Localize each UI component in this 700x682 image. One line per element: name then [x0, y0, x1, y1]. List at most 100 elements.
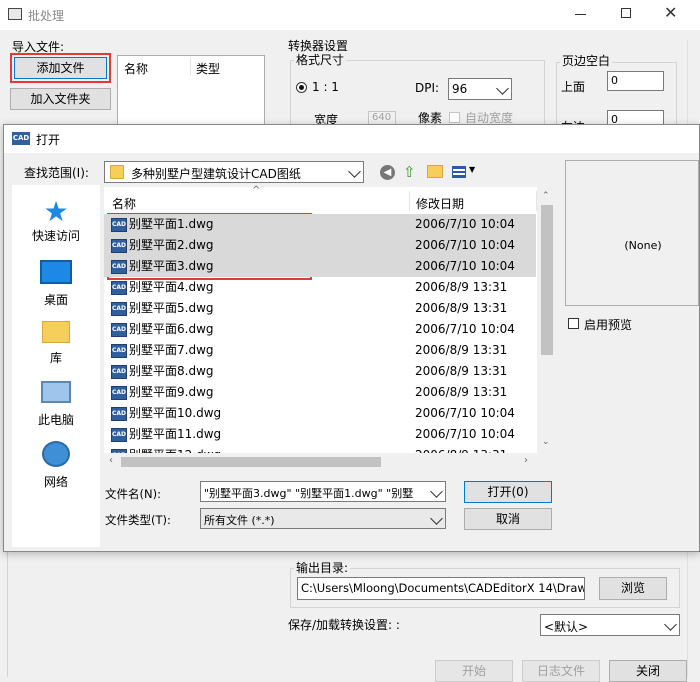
- log-file-button[interactable]: 日志文件: [522, 660, 600, 682]
- page-margin-label: 页边空白: [560, 54, 613, 68]
- browse-button[interactable]: 浏览: [599, 577, 667, 600]
- file-name: 别墅平面4.dwg: [129, 280, 214, 294]
- maximize-icon[interactable]: [621, 8, 631, 18]
- col-header-date[interactable]: 修改日期: [416, 195, 464, 212]
- dpi-value: 96: [452, 82, 468, 96]
- view-dropdown-icon[interactable]: ▼: [469, 165, 475, 174]
- file-row[interactable]: CAD 别墅平面7.dwg 2006/8/9 13:31: [104, 340, 536, 361]
- enable-preview-label: 启用预览: [584, 318, 633, 332]
- start-button[interactable]: 开始: [435, 660, 513, 682]
- filename-label: 文件名(N):: [105, 487, 161, 501]
- file-name: 别墅平面2.dwg: [129, 238, 214, 252]
- nav-network[interactable]: 网络: [12, 441, 100, 490]
- file-date: 2006/7/10 10:04: [415, 238, 515, 252]
- file-date: 2006/8/9 13:31: [415, 385, 508, 399]
- file-name: 别墅平面5.dwg: [129, 301, 214, 315]
- filename-input[interactable]: "别墅平面3.dwg" "别墅平面1.dwg" "别墅: [200, 481, 446, 502]
- close-icon[interactable]: ✕: [664, 3, 677, 22]
- file-date: 2006/8/9 13:31: [415, 301, 508, 315]
- filename-value: "别墅平面3.dwg" "别墅平面1.dwg" "别墅: [204, 487, 414, 500]
- auto-width-checkbox[interactable]: [449, 112, 460, 123]
- dwg-file-icon: CAD: [111, 407, 127, 421]
- nav-library[interactable]: 库: [12, 321, 100, 366]
- minimize-icon[interactable]: [575, 14, 586, 15]
- file-date: 2006/7/10 10:04: [415, 259, 515, 273]
- file-row[interactable]: CAD 别墅平面10.dwg 2006/7/10 10:04: [104, 403, 536, 424]
- file-row[interactable]: CAD 别墅平面1.dwg 2006/7/10 10:04: [104, 214, 536, 235]
- scroll-down-icon[interactable]: ⌄: [542, 437, 550, 447]
- places-bar: ★ 快速访问 桌面 库 此电脑 网络: [12, 185, 100, 547]
- top-margin-input[interactable]: 0: [607, 71, 664, 91]
- save-load-select[interactable]: <默认>: [540, 614, 680, 636]
- output-dir-input[interactable]: C:\Users\Mloong\Documents\CADEditorX 14\…: [297, 577, 585, 600]
- file-row[interactable]: CAD 别墅平面2.dwg 2006/7/10 10:04: [104, 235, 536, 256]
- file-row[interactable]: CAD别墅平面12.dwg 2006/8/9 13:31: [104, 445, 536, 453]
- computer-icon: [41, 381, 71, 403]
- save-load-label: 保存/加载转换设置: :: [288, 618, 400, 632]
- library-icon: [42, 321, 70, 343]
- ratio-radio[interactable]: [296, 82, 307, 93]
- file-name: 别墅平面12.dwg: [129, 445, 221, 453]
- folder-icon: [110, 165, 124, 179]
- save-load-value: <默认>: [544, 620, 589, 634]
- up-folder-icon[interactable]: ⇧: [403, 163, 419, 181]
- nav-label: 此电脑: [37, 413, 74, 427]
- nav-this-pc[interactable]: 此电脑: [12, 381, 100, 428]
- list-header-name[interactable]: 名称: [124, 60, 148, 77]
- enable-preview-checkbox[interactable]: [568, 318, 579, 329]
- nav-label: 桌面: [43, 293, 68, 307]
- file-name: 别墅平面6.dwg: [129, 322, 214, 336]
- view-menu-icon[interactable]: [452, 166, 466, 178]
- open-button[interactable]: 打开(0): [464, 481, 552, 503]
- batch-title: 批处理: [28, 9, 65, 23]
- file-date: 2006/8/9 13:31: [415, 280, 508, 294]
- hscroll-thumb[interactable]: [121, 457, 381, 467]
- list-header-type[interactable]: 类型: [196, 60, 220, 77]
- file-row[interactable]: CAD 别墅平面8.dwg 2006/8/9 13:31: [104, 361, 536, 382]
- nav-label: 网络: [43, 475, 68, 489]
- file-date: 2006/8/9 13:31: [415, 364, 508, 378]
- dwg-file-icon: CAD: [111, 281, 127, 295]
- width-input[interactable]: 640: [368, 111, 396, 125]
- look-in-value: 多种别墅户型建筑设计CAD图纸: [131, 167, 301, 181]
- horizontal-scrollbar[interactable]: ‹ ›: [104, 453, 537, 471]
- dwg-file-icon: CAD: [111, 365, 127, 379]
- nav-desktop[interactable]: 桌面: [12, 260, 100, 308]
- look-in-label: 查找范围(I):: [24, 166, 89, 180]
- file-row[interactable]: CAD 别墅平面9.dwg 2006/8/9 13:31: [104, 382, 536, 403]
- add-file-highlight: [10, 53, 111, 83]
- scroll-up-icon[interactable]: ⌃: [542, 191, 550, 201]
- scroll-right-icon[interactable]: ›: [524, 455, 528, 466]
- dwg-file-icon: CAD: [111, 323, 127, 337]
- file-date: 2006/7/10 10:04: [415, 322, 515, 336]
- chevron-down-icon: [496, 82, 509, 95]
- file-row[interactable]: CAD 别墅平面3.dwg 2006/7/10 10:04: [104, 256, 536, 277]
- open-dialog: CAD 打开 查找范围(I): 多种别墅户型建筑设计CAD图纸 ◀ ⇧ ▼ ★ …: [3, 124, 700, 552]
- dpi-select[interactable]: 96: [448, 78, 512, 100]
- new-folder-icon[interactable]: [427, 165, 443, 178]
- scroll-thumb[interactable]: [541, 205, 553, 355]
- filetype-select[interactable]: 所有文件 (*.*): [200, 508, 446, 529]
- close-button[interactable]: 关闭: [609, 660, 687, 682]
- cancel-button[interactable]: 取消: [464, 508, 552, 530]
- file-row[interactable]: CAD 别墅平面5.dwg 2006/8/9 13:31: [104, 298, 536, 319]
- look-in-select[interactable]: 多种别墅户型建筑设计CAD图纸: [104, 161, 364, 183]
- file-name: 别墅平面10.dwg: [129, 406, 222, 420]
- file-row[interactable]: CAD 别墅平面11.dwg 2006/7/10 10:04: [104, 424, 536, 445]
- vertical-scrollbar[interactable]: ⌃ ⌄: [537, 187, 556, 471]
- radio-dot: [299, 85, 304, 90]
- dwg-file-icon: CAD: [111, 386, 127, 400]
- scroll-left-icon[interactable]: ‹: [109, 455, 113, 466]
- nav-quick-access[interactable]: ★ 快速访问: [12, 197, 100, 244]
- add-folder-button[interactable]: 加入文件夹: [10, 88, 111, 110]
- sort-arrow-icon: ^: [252, 185, 261, 196]
- app-icon: [8, 8, 22, 20]
- back-icon[interactable]: ◀: [380, 165, 395, 180]
- file-name: 别墅平面7.dwg: [129, 343, 214, 357]
- dwg-file-icon: CAD: [111, 344, 127, 358]
- file-row[interactable]: CAD 别墅平面4.dwg 2006/8/9 13:31: [104, 277, 536, 298]
- col-header-name[interactable]: 名称: [112, 195, 136, 212]
- import-file-list[interactable]: 名称 类型: [117, 55, 265, 125]
- output-dir-label: 输出目录:: [294, 561, 351, 575]
- file-row[interactable]: CAD 别墅平面6.dwg 2006/7/10 10:04: [104, 319, 536, 340]
